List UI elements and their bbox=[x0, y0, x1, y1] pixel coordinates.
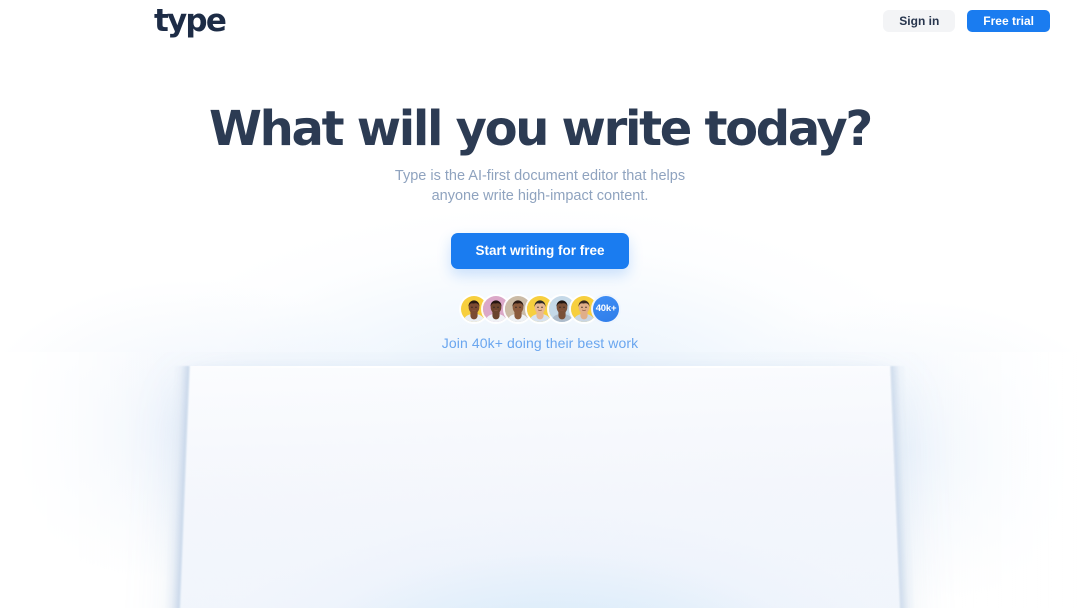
cta-container: Start writing for free bbox=[0, 233, 1080, 269]
document-preview-stage bbox=[0, 352, 1080, 608]
sign-in-button[interactable]: Sign in bbox=[883, 10, 955, 32]
hero-subtitle: Type is the AI-first document editor tha… bbox=[0, 167, 1080, 206]
panel-top-sheen bbox=[188, 366, 892, 368]
panel-left-edge bbox=[160, 366, 190, 608]
site-header: type Sign in Free trial bbox=[0, 0, 1080, 42]
join-caption: Join 40k+ doing their best work bbox=[442, 335, 639, 351]
header-actions: Sign in Free trial bbox=[883, 10, 1052, 32]
start-writing-button[interactable]: Start writing for free bbox=[451, 233, 628, 269]
panel-right-edge bbox=[890, 366, 920, 608]
hero-subtitle-line-2: anyone write high-impact content. bbox=[0, 187, 1080, 207]
avatar-group: 40k+ bbox=[459, 293, 621, 325]
landing-page: type Sign in Free trial What will you wr… bbox=[0, 0, 1080, 608]
hero-subtitle-line-1: Type is the AI-first document editor tha… bbox=[0, 167, 1080, 187]
social-proof: 40k+ Join 40k+ doing their best work bbox=[0, 293, 1080, 351]
hero-section: What will you write today? Type is the A… bbox=[0, 0, 1080, 351]
avatar-count-badge: 40k+ bbox=[591, 294, 621, 324]
brand-logo[interactable]: type bbox=[154, 6, 225, 37]
free-trial-button[interactable]: Free trial bbox=[967, 10, 1050, 32]
document-preview-panel bbox=[175, 366, 905, 608]
page-title: What will you write today? bbox=[0, 104, 1080, 154]
